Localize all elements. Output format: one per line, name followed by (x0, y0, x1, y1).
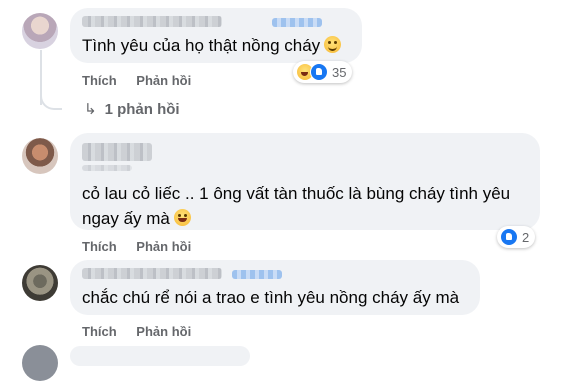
reaction-summary[interactable]: 35 (293, 61, 353, 83)
author-badge-blurred (272, 18, 322, 27)
comment-actions: Thích Phản hồi (82, 239, 207, 254)
reaction-count: 35 (332, 64, 347, 80)
view-replies-link[interactable]: ↳ 1 phản hồi (84, 100, 180, 118)
reaction-summary[interactable]: 2 (497, 226, 536, 248)
comment-text-body: chắc chú rể nói a trao e tình yêu nồng c… (82, 288, 460, 307)
reaction-count: 2 (522, 229, 530, 245)
like-icon (500, 228, 518, 246)
like-button[interactable]: Thích (82, 73, 117, 88)
reply-button[interactable]: Phản hồi (136, 239, 191, 254)
author-badge-blurred (232, 270, 282, 279)
comment-text: chắc chú rể nói a trao e tình yêu nồng c… (82, 285, 459, 310)
avatar[interactable] (22, 265, 58, 301)
avatar[interactable] (22, 13, 58, 49)
comment-actions: Thích Phản hồi (82, 324, 207, 339)
like-icon (310, 63, 328, 81)
comment-text: Tình yêu của họ thật nồng cháy (82, 33, 342, 58)
reply-button[interactable]: Phản hồi (136, 324, 191, 339)
next-comment-bubble (70, 346, 250, 366)
author-name-blurred[interactable] (82, 143, 152, 161)
smile-emoji-icon (324, 36, 342, 53)
comment-text-line-1: cỏ lau cỏ liếc .. 1 ông vất tàn thuốc là… (82, 184, 511, 203)
laughing-emoji-icon (173, 209, 191, 226)
replies-count-label: 1 phản hồi (104, 101, 180, 118)
comment-text: cỏ lau cỏ liếc .. 1 ông vất tàn thuốc là… (82, 181, 510, 231)
comment-text-line-2-wrap: ngay ấy mà (82, 206, 510, 231)
comment-text-line-2: ngay ấy mà (82, 209, 170, 228)
author-name-blurred[interactable] (82, 268, 222, 279)
author-name-blurred[interactable] (82, 16, 222, 27)
comment-text-body: Tình yêu của họ thật nồng cháy (82, 36, 321, 55)
reply-arrow-icon: ↳ (84, 101, 97, 118)
like-button[interactable]: Thích (82, 324, 117, 339)
thread-connector (40, 78, 62, 110)
next-comment-avatar[interactable] (22, 345, 58, 381)
avatar[interactable] (22, 138, 58, 174)
like-button[interactable]: Thích (82, 239, 117, 254)
reply-button[interactable]: Phản hồi (136, 73, 191, 88)
author-name-blurred-2 (82, 165, 132, 171)
comment-actions: Thích Phản hồi (82, 73, 207, 88)
